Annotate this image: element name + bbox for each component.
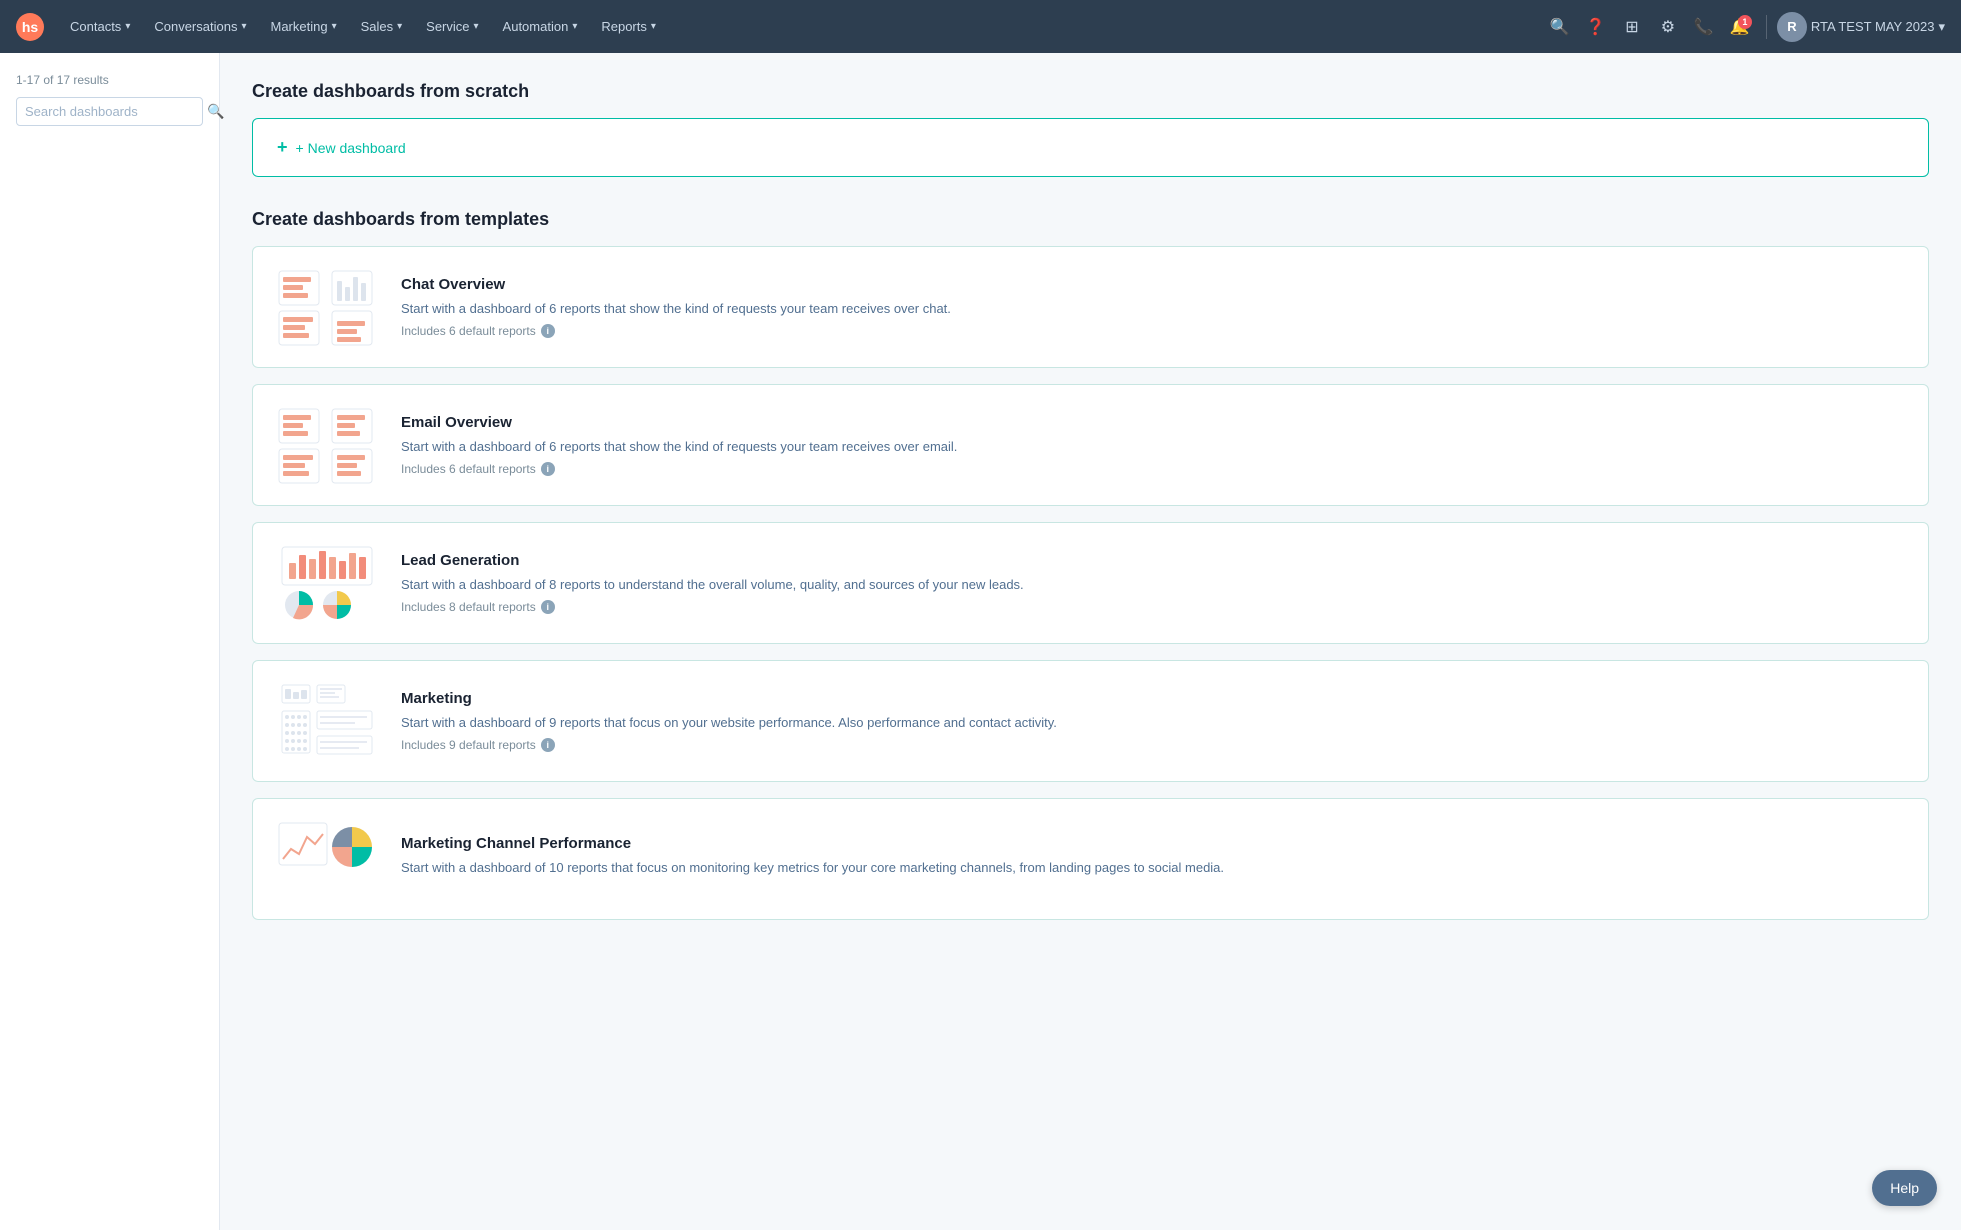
template-name-chat: Chat Overview — [401, 276, 1904, 293]
template-desc-channel: Start with a dashboard of 10 reports tha… — [401, 858, 1904, 878]
help-floating-button[interactable]: Help — [1872, 1170, 1937, 1206]
template-card-marketing[interactable]: Marketing Start with a dashboard of 9 re… — [252, 660, 1929, 782]
nav-divider — [1766, 15, 1767, 39]
template-card-marketing-channel[interactable]: Marketing Channel Performance Start with… — [252, 798, 1929, 920]
info-icon[interactable]: i — [541, 600, 555, 614]
templates-section-title: Create dashboards from templates — [252, 209, 1929, 230]
chevron-down-icon: ▾ — [474, 21, 479, 32]
results-count: 1-17 of 17 results — [16, 73, 203, 87]
template-info-channel: Marketing Channel Performance Start with… — [401, 835, 1904, 884]
template-thumbnail-lead — [277, 543, 377, 623]
template-info-lead: Lead Generation Start with a dashboard o… — [401, 552, 1904, 615]
topnav: hs Contacts ▾ Conversations ▾ Marketing … — [0, 0, 1961, 53]
template-card-chat-overview[interactable]: Chat Overview Start with a dashboard of … — [252, 246, 1929, 368]
hubspot-logo[interactable]: hs — [16, 13, 44, 41]
nav-sales[interactable]: Sales ▾ — [351, 13, 413, 40]
template-name-lead: Lead Generation — [401, 552, 1904, 569]
svg-text:hs: hs — [22, 19, 39, 35]
info-icon[interactable]: i — [541, 324, 555, 338]
template-info-chat: Chat Overview Start with a dashboard of … — [401, 276, 1904, 339]
chevron-down-icon: ▾ — [1938, 19, 1945, 35]
info-icon[interactable]: i — [541, 462, 555, 476]
user-avatar[interactable]: R — [1777, 12, 1807, 42]
template-reports-lead: Includes 8 default reports i — [401, 600, 1904, 614]
nav-service[interactable]: Service ▾ — [416, 13, 488, 40]
template-info-email: Email Overview Start with a dashboard of… — [401, 414, 1904, 477]
chevron-down-icon: ▾ — [332, 21, 337, 32]
template-reports-email: Includes 6 default reports i — [401, 462, 1904, 476]
chevron-down-icon: ▾ — [241, 21, 246, 32]
info-icon[interactable]: i — [541, 738, 555, 752]
nav-conversations[interactable]: Conversations ▾ — [144, 13, 256, 40]
search-input[interactable] — [25, 104, 201, 119]
page-layout: 1-17 of 17 results 🔍 Create dashboards f… — [0, 53, 1961, 1230]
new-dashboard-label: + New dashboard — [296, 140, 406, 156]
template-reports-marketing: Includes 9 default reports i — [401, 738, 1904, 752]
nav-contacts[interactable]: Contacts ▾ — [60, 13, 140, 40]
user-name[interactable]: RTA TEST MAY 2023 ▾ — [1811, 19, 1945, 35]
nav-automation[interactable]: Automation ▾ — [493, 13, 588, 40]
template-card-email-overview[interactable]: Email Overview Start with a dashboard of… — [252, 384, 1929, 506]
main-content: Create dashboards from scratch + + New d… — [220, 53, 1961, 1230]
template-desc-marketing: Start with a dashboard of 9 reports that… — [401, 713, 1904, 733]
template-card-lead-generation[interactable]: Lead Generation Start with a dashboard o… — [252, 522, 1929, 644]
template-name-email: Email Overview — [401, 414, 1904, 431]
template-reports-chat: Includes 6 default reports i — [401, 324, 1904, 338]
new-dashboard-card[interactable]: + + New dashboard — [252, 118, 1929, 177]
chevron-down-icon: ▾ — [397, 21, 402, 32]
plus-icon: + — [277, 137, 288, 158]
template-thumbnail-email — [277, 405, 377, 485]
chevron-down-icon: ▾ — [572, 21, 577, 32]
template-thumbnail-marketing — [277, 681, 377, 761]
template-desc-email: Start with a dashboard of 6 reports that… — [401, 437, 1904, 457]
chevron-down-icon: ▾ — [651, 21, 656, 32]
phone-button[interactable]: 📞 — [1688, 11, 1720, 43]
template-thumbnail-channel — [277, 819, 377, 899]
scratch-section-title: Create dashboards from scratch — [252, 81, 1929, 102]
sidebar: 1-17 of 17 results 🔍 — [0, 53, 220, 1230]
nav-reports[interactable]: Reports ▾ — [591, 13, 666, 40]
nav-right-actions: 🔍 ❓ ⊞ ⚙ 📞 🔔 1 R RTA TEST MAY 2023 ▾ — [1544, 11, 1945, 43]
template-name-marketing: Marketing — [401, 690, 1904, 707]
template-name-channel: Marketing Channel Performance — [401, 835, 1904, 852]
template-desc-chat: Start with a dashboard of 6 reports that… — [401, 299, 1904, 319]
notifications-button[interactable]: 🔔 1 — [1724, 11, 1756, 43]
chevron-down-icon: ▾ — [125, 21, 130, 32]
search-box[interactable]: 🔍 — [16, 97, 203, 126]
help-button[interactable]: ❓ — [1580, 11, 1612, 43]
marketplace-button[interactable]: ⊞ — [1616, 11, 1648, 43]
nav-marketing[interactable]: Marketing ▾ — [260, 13, 346, 40]
template-thumbnail-chat — [277, 267, 377, 347]
search-button[interactable]: 🔍 — [1544, 11, 1576, 43]
template-desc-lead: Start with a dashboard of 8 reports to u… — [401, 575, 1904, 595]
notification-badge: 1 — [1738, 15, 1752, 29]
template-info-marketing: Marketing Start with a dashboard of 9 re… — [401, 690, 1904, 753]
settings-button[interactable]: ⚙ — [1652, 11, 1684, 43]
